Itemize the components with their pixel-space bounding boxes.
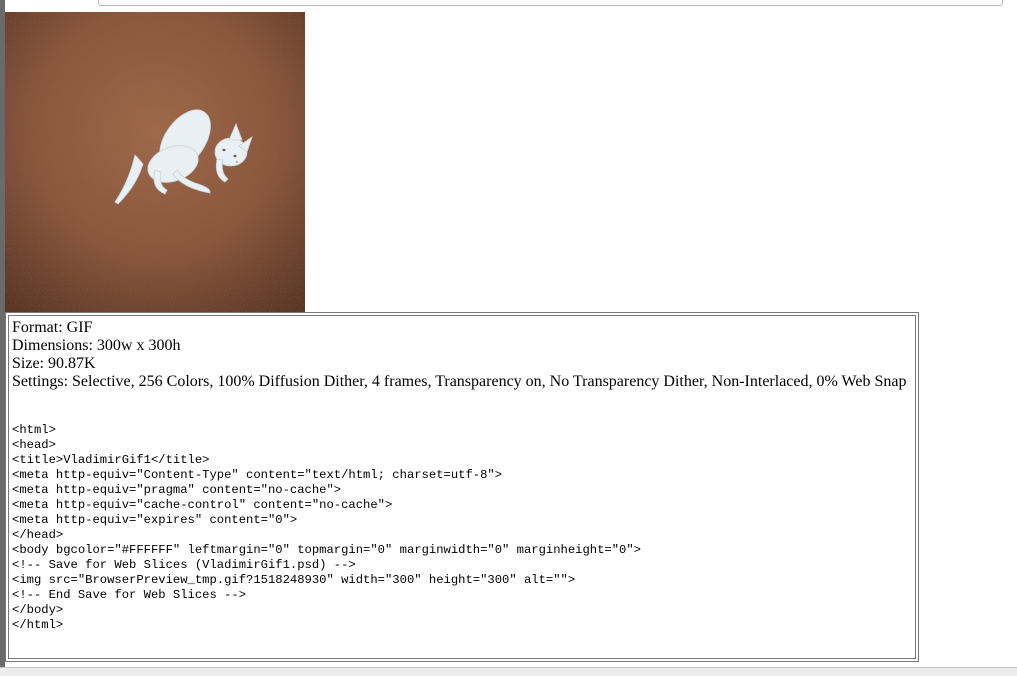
code-line: <!-- Save for Web Slices (VladimirGif1.p…	[12, 558, 356, 572]
address-bar-frame	[98, 0, 1003, 6]
code-line: <title>VladimirGif1</title>	[12, 453, 210, 467]
code-line: </body>	[12, 603, 64, 617]
code-line: <img src="BrowserPreview_tmp.gif?1518248…	[12, 573, 576, 587]
code-line: <meta http-equiv="cache-control" content…	[12, 498, 393, 512]
code-line: <meta http-equiv="pragma" content="no-ca…	[12, 483, 342, 497]
size-line: Size: 90.87K	[12, 355, 96, 372]
preview-info-inner: Format: GIF Dimensions: 300w x 300h Size…	[8, 315, 916, 659]
code-line: <html>	[12, 423, 56, 437]
code-line: <head>	[12, 438, 56, 452]
code-line: <!-- End Save for Web Slices -->	[12, 588, 247, 602]
gif-preview-image	[5, 12, 305, 312]
code-line: </html>	[12, 618, 64, 632]
code-line: <meta http-equiv="expires" content="0">	[12, 513, 298, 527]
settings-line: Settings: Selective, 256 Colors, 100% Di…	[12, 373, 907, 390]
code-line: <body bgcolor="#FFFFFF" leftmargin="0" t…	[12, 543, 641, 557]
dimensions-line: Dimensions: 300w x 300h	[12, 337, 181, 354]
format-line: Format: GIF	[12, 319, 93, 336]
preview-info-panel: Format: GIF Dimensions: 300w x 300h Size…	[5, 312, 919, 662]
html-source-code: <html> <head> <title>VladimirGif1</title> <…	[12, 423, 912, 633]
code-line: </head>	[12, 528, 64, 542]
code-line: <meta http-equiv="Content-Type" content=…	[12, 468, 503, 482]
